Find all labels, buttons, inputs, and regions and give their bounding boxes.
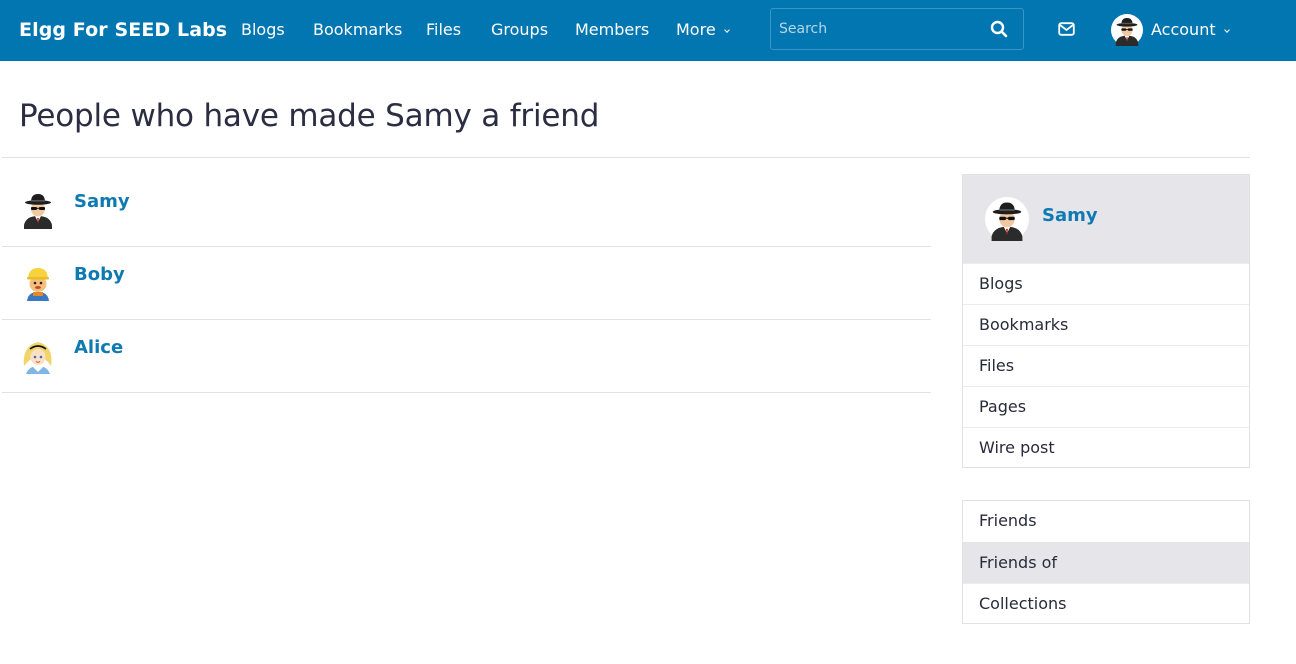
owner-avatar[interactable] bbox=[985, 197, 1029, 241]
chevron-down-icon bbox=[723, 27, 730, 33]
friend-name-link[interactable]: Alice bbox=[74, 337, 123, 358]
account-menu[interactable]: Account bbox=[1151, 0, 1230, 61]
nav-item-members[interactable]: Members bbox=[575, 0, 649, 61]
owner-menu-blogs[interactable]: Blogs bbox=[963, 263, 1249, 304]
owner-name-link[interactable]: Samy bbox=[1042, 205, 1098, 226]
friend-name-link[interactable]: Samy bbox=[74, 191, 130, 212]
nav-item-files[interactable]: Files bbox=[426, 0, 461, 61]
search-input[interactable] bbox=[771, 9, 981, 49]
alice-avatar[interactable] bbox=[18, 336, 58, 376]
account-label: Account bbox=[1151, 20, 1216, 39]
owner-block: Samy Blogs Bookmarks Files Pages Wire po… bbox=[962, 174, 1250, 468]
nav-item-bookmarks[interactable]: Bookmarks bbox=[313, 0, 402, 61]
owner-menu-bookmarks[interactable]: Bookmarks bbox=[963, 304, 1249, 345]
list-item: Alice bbox=[2, 320, 931, 393]
builder-avatar[interactable] bbox=[18, 263, 58, 303]
friends-menu-collections[interactable]: Collections bbox=[963, 583, 1249, 624]
nav-item-groups[interactable]: Groups bbox=[491, 0, 548, 61]
friend-name-link[interactable]: Boby bbox=[74, 264, 125, 285]
page-title: People who have made Samy a friend bbox=[19, 98, 600, 134]
friend-list: Samy Boby Alice bbox=[2, 174, 931, 393]
owner-menu-wire-post[interactable]: Wire post bbox=[963, 427, 1249, 468]
nav-item-blogs[interactable]: Blogs bbox=[241, 0, 285, 61]
search-icon[interactable] bbox=[990, 20, 1008, 38]
list-item: Boby bbox=[2, 247, 931, 320]
spy-avatar[interactable] bbox=[18, 189, 58, 229]
search-box bbox=[770, 8, 1024, 50]
nav-more-label: More bbox=[676, 20, 716, 39]
top-navbar: Elgg For SEED Labs Blogs Bookmarks Files… bbox=[0, 0, 1296, 61]
friends-menu-friends-of[interactable]: Friends of bbox=[963, 542, 1249, 583]
owner-menu-files[interactable]: Files bbox=[963, 345, 1249, 386]
envelope-icon[interactable] bbox=[1058, 21, 1075, 37]
owner-header: Samy bbox=[963, 175, 1249, 263]
divider bbox=[2, 157, 1250, 158]
friends-menu: Friends Friends of Collections bbox=[962, 500, 1250, 624]
chevron-down-icon bbox=[1223, 27, 1230, 33]
friends-menu-friends[interactable]: Friends bbox=[963, 501, 1249, 542]
list-item: Samy bbox=[2, 174, 931, 247]
owner-menu-pages[interactable]: Pages bbox=[963, 386, 1249, 427]
site-brand-link[interactable]: Elgg For SEED Labs bbox=[19, 0, 227, 61]
account-avatar[interactable] bbox=[1111, 14, 1143, 46]
nav-item-more[interactable]: More bbox=[676, 0, 730, 61]
